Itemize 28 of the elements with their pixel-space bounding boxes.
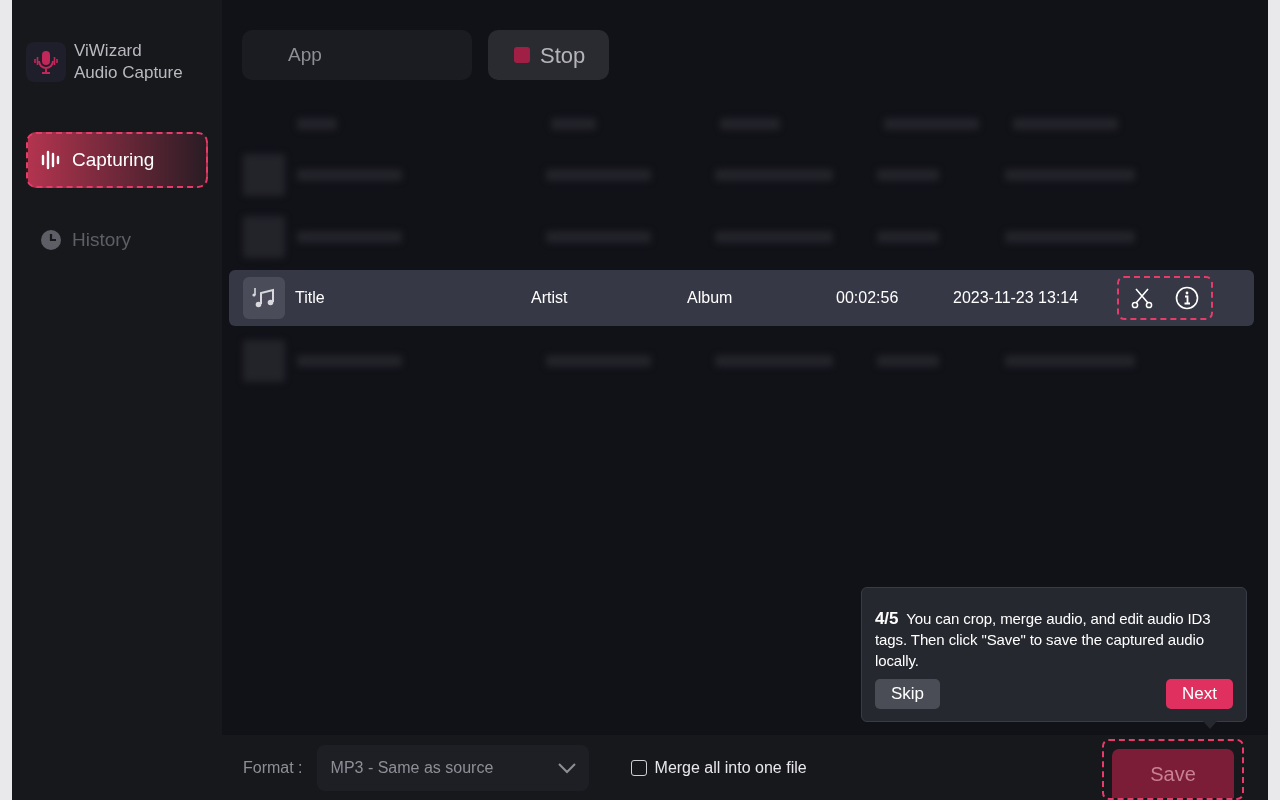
track-row[interactable]: Title Artist Album 00:02:56 2023-11-23 13:14 (229, 270, 1254, 326)
tooltip-text: 4/5 You can crop, merge audio, and edit audio ID3 tags. Then click "Save" to save the captured audio locally. (875, 608, 1212, 671)
table-cell-text: 00:02:56 (836, 288, 900, 308)
app-name: Audio Capture (74, 62, 183, 84)
scissors-icon[interactable] (1131, 287, 1153, 309)
merge-label: Merge all into one file (654, 757, 807, 778)
next-button[interactable]: Next (1166, 679, 1233, 709)
sidebar-item[interactable]: History (26, 212, 208, 268)
sound-bars-icon (40, 149, 62, 171)
table-cell-text: Artist (531, 288, 569, 308)
format-dropdown[interactable]: MP3 - Same as source (316, 744, 589, 791)
app-logo-icon (26, 42, 66, 82)
table-cell-text: 2023-11-23 13:14 (953, 288, 1080, 308)
table-cell-text: Album (687, 288, 734, 308)
clock-icon (40, 229, 62, 251)
info-icon[interactable] (1175, 286, 1199, 310)
app-name: ViWizard (74, 40, 143, 62)
source-field[interactable]: App (242, 30, 472, 80)
save-button[interactable]: Save (1112, 749, 1234, 798)
sidebar-item[interactable]: Capturing (26, 132, 208, 188)
checkbox[interactable] (630, 759, 647, 776)
chevron-down-icon (556, 761, 577, 774)
music-note-icon (243, 277, 285, 319)
stop-icon (514, 47, 530, 63)
format-label: Format : (243, 757, 303, 778)
table-cell-text: Title (295, 288, 326, 308)
stop-button[interactable]: Stop (488, 30, 610, 80)
skip-button[interactable]: Skip (875, 679, 941, 709)
